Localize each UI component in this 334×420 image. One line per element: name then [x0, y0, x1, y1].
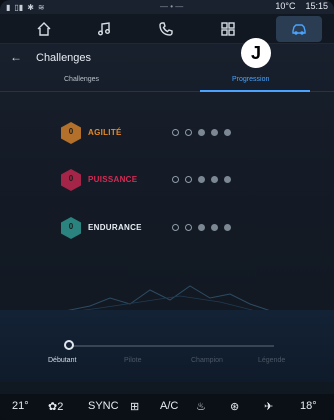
progress-dot: [185, 176, 192, 183]
progress-dot: [198, 176, 205, 183]
car-icon: [292, 23, 306, 35]
status-center-indicator: — • —: [160, 2, 184, 11]
page-header: ← Challenges: [0, 46, 334, 70]
rear-defrost-icon[interactable]: ⊞: [130, 400, 139, 413]
steering-heat-icon[interactable]: ⊛: [230, 400, 239, 413]
level-pilote: Pilote: [124, 357, 142, 364]
status-bar: ▮ ▯▮ ✱ ≋ — • — 10°C 15:15: [0, 0, 334, 14]
apps-icon: [221, 21, 235, 36]
level-legende: Légende: [258, 357, 286, 364]
ac-button[interactable]: A/C: [160, 400, 178, 412]
driver-temperature[interactable]: 21°: [12, 400, 29, 412]
progress-dot: [185, 224, 192, 231]
challenge-row-agilite[interactable]: 0 AGILITÉ: [60, 121, 300, 145]
progress-dot: [211, 224, 218, 231]
challenge-row-puissance[interactable]: 0 PUISSANCE: [60, 168, 300, 192]
tab-phone[interactable]: [146, 16, 186, 42]
level-debutant: Débutant: [48, 357, 77, 364]
challenge-label: PUISSANCE: [88, 175, 138, 184]
fan-speed-value: 2: [57, 401, 64, 413]
challenge-level: 0: [68, 127, 74, 136]
progress-dot: [211, 176, 218, 183]
sync-button[interactable]: SYNC: [88, 400, 119, 412]
challenge-label: ENDURANCE: [88, 223, 142, 232]
progress-dot: [185, 129, 192, 136]
progress-dot: [172, 224, 179, 231]
outside-temperature: 10°C: [275, 1, 296, 11]
main-tab-bar: [0, 14, 334, 44]
passenger-temperature[interactable]: 18°: [300, 400, 317, 412]
page-title: Challenges: [36, 52, 92, 64]
tab-home[interactable]: [24, 16, 64, 42]
music-icon: [98, 21, 110, 35]
progress-dot: [198, 129, 205, 136]
challenge-progress-dots: [172, 224, 231, 231]
clock: 15:15: [305, 1, 328, 11]
home-icon: [37, 21, 51, 36]
progress-dot: [224, 224, 231, 231]
bluetooth-icon: ✱: [27, 2, 34, 12]
challenge-progress-dots: [172, 176, 231, 183]
progress-dot: [211, 129, 218, 136]
progress-dot: [224, 176, 231, 183]
passenger-seat-icon[interactable]: ✈: [264, 400, 273, 413]
challenge-progress-dots: [172, 129, 231, 136]
level-champion: Champion: [191, 357, 223, 364]
status-icons: ▮ ▯▮ ✱ ≋: [6, 3, 45, 12]
tab-music[interactable]: [84, 16, 124, 42]
signal-icon: ▯▮: [14, 2, 24, 12]
battery-icon: ▮: [6, 2, 11, 12]
seat-heat-icon[interactable]: ♨: [196, 400, 206, 413]
progression-track: [66, 345, 274, 347]
challenge-row-endurance[interactable]: 0 ENDURANCE: [60, 216, 300, 240]
challenge-level: 0: [68, 222, 74, 231]
mountain-decoration: [60, 285, 274, 313]
active-tab-indicator: [200, 90, 310, 92]
tab-progression[interactable]: Progression: [232, 76, 269, 83]
callout-badge: J: [241, 38, 271, 68]
wifi-icon: ≋: [37, 2, 45, 12]
challenge-level: 0: [68, 174, 74, 183]
climate-bar: 21° ✿2 SYNC ⊞ A/C ♨ ⊛ ✈ 18°: [0, 394, 334, 420]
progress-dot: [198, 224, 205, 231]
screen: ▮ ▯▮ ✱ ≋ — • — 10°C 15:15 ← Challenges J…: [0, 0, 334, 420]
fan-speed[interactable]: ✿2: [48, 400, 63, 413]
progress-dot: [224, 129, 231, 136]
progress-dot: [172, 129, 179, 136]
sub-tab-bar: Challenges Progression: [0, 72, 334, 92]
fan-icon: ✿: [48, 401, 58, 413]
tab-apps[interactable]: [208, 16, 248, 42]
challenge-label: AGILITÉ: [88, 128, 122, 137]
current-level-marker: [64, 340, 74, 350]
tab-vehicle[interactable]: [276, 15, 322, 42]
tab-challenges[interactable]: Challenges: [64, 76, 99, 83]
progress-dot: [172, 176, 179, 183]
phone-icon: [159, 21, 173, 36]
back-arrow-icon[interactable]: ←: [10, 50, 22, 64]
